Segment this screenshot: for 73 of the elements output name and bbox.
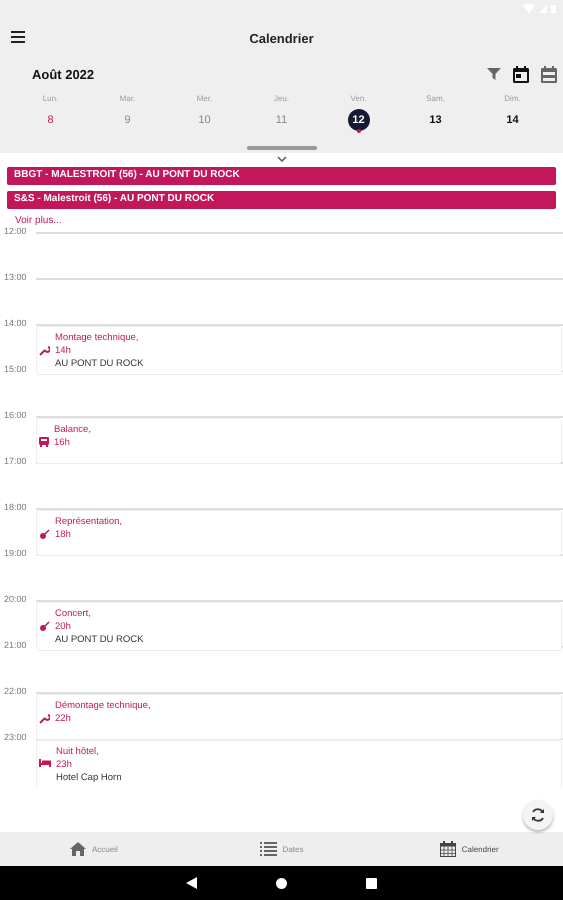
day-number[interactable]: 10 [194,109,216,131]
event-place: Hotel Cap Horn [56,771,122,784]
guitar-icon [39,529,50,540]
day-number[interactable]: 9 [116,109,138,131]
calendar-icon [440,841,456,857]
refresh-button[interactable] [523,800,553,830]
day-number[interactable]: 13 [424,109,446,131]
event-time: 22h [55,712,72,725]
hour-label: 16:00 [4,410,27,420]
event-title: Montage technique, [55,331,140,344]
hour-label: 23:00 [4,732,27,742]
weekday-label: Ven. [350,94,366,103]
guitar-icon [39,621,50,632]
hour-label: 15:00 [4,364,27,374]
refresh-icon [530,807,546,823]
bed-icon [39,759,51,767]
event-place: AU PONT DU ROCK [55,357,144,370]
hour-label: 17:00 [4,456,27,466]
calendar-day-icon[interactable] [513,66,529,82]
recents-icon[interactable] [366,878,377,888]
event-time: 18h [55,528,72,541]
event-card[interactable]: Balance, 16h [36,418,562,464]
hour-label: 18:00 [4,502,27,512]
event-time: 20h [55,620,72,633]
event-card[interactable]: Concert, 20h AU PONT DU ROCK [36,602,562,651]
hour-label: 14:00 [4,318,27,328]
home-icon [70,842,86,856]
hour-label: 22:00 [4,686,27,696]
event-card[interactable]: Représentation, 18h [36,510,562,556]
weekday-label: Dim. [504,94,521,103]
weekday-label: Sam. [426,94,445,103]
van-icon [39,437,49,447]
all-day-event[interactable]: S&S - Malestroit (56) - AU PONT DU ROCK [7,191,556,209]
day-number[interactable]: 8 [40,109,62,131]
list-icon [260,842,277,856]
day-number[interactable]: 14 [502,109,524,131]
hour-label: 13:00 [4,272,27,282]
event-card[interactable]: Montage technique, 14h AU PONT DU ROCK [36,326,562,375]
nav-tab[interactable]: Dates [188,832,376,866]
event-title: Nuit hôtel, [56,745,100,758]
filter-icon[interactable] [487,67,501,81]
back-icon[interactable] [186,877,197,889]
event-title: Démontage technique, [55,699,151,712]
event-title: Représentation, [55,515,122,528]
weekday-label: Lun. [42,94,58,103]
weekday-label: Mer. [196,94,212,103]
calendar-week-icon[interactable] [541,66,557,82]
hour-label: 20:00 [4,594,27,604]
home-button-icon[interactable] [276,878,287,888]
hour-label: 12:00 [4,226,27,236]
hour-label: 19:00 [4,548,27,558]
weekday-label: Mar. [120,94,136,103]
event-card[interactable]: Démontage technique, 22h [36,694,562,740]
menu-icon[interactable] [11,31,25,43]
event-place: AU PONT DU ROCK [55,633,144,646]
drag-handle[interactable] [247,146,317,150]
month-label: Août 2022 [32,66,94,82]
weekday-label: Jeu. [274,94,290,103]
chevron-down-icon[interactable] [277,156,287,162]
nav-tab[interactable]: Calendrier [375,832,563,866]
hour-label: 21:00 [4,640,27,650]
see-more-link[interactable]: Voir plus... [15,215,62,226]
event-time: 16h [54,436,71,449]
event-title: Balance, [54,423,91,436]
day-number[interactable]: 11 [270,109,292,131]
screen-title: Calendrier [249,30,314,46]
event-time: 14h [55,344,72,357]
event-title: Concert, [55,607,92,620]
nav-tab[interactable]: Accueil [0,832,188,866]
event-card[interactable]: Nuit hôtel, 23h Hotel Cap Horn [36,740,562,788]
day-number[interactable]: 12 [348,109,370,131]
event-time: 23h [56,758,73,771]
all-day-event[interactable]: BBGT - MALESTROIT (56) - AU PONT DU ROCK [7,167,556,185]
